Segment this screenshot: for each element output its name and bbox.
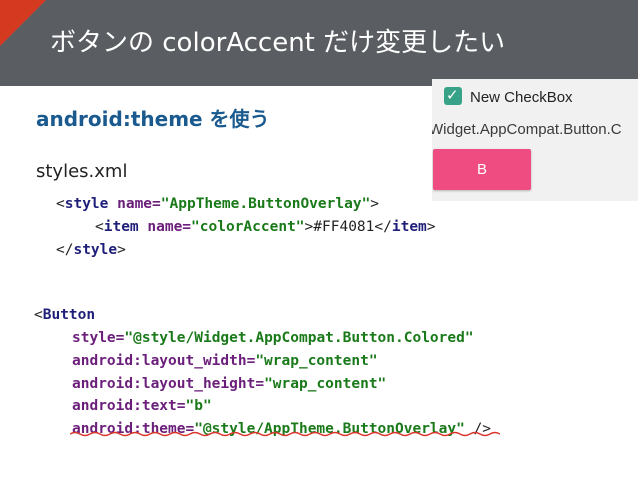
code-attr: name= (108, 196, 161, 212)
slide-header: ボタンの colorAccent だけ変更したい (0, 0, 638, 86)
code-tag: item (391, 219, 427, 235)
b-button[interactable]: B (433, 149, 531, 190)
code-tag: Button (42, 307, 96, 323)
code-value: "wrap_content" (264, 376, 387, 392)
red-squiggle-underline (70, 431, 500, 437)
code-attr: android:text= (72, 398, 186, 414)
code-token: >#FF4081</ (304, 219, 392, 235)
code-tag: item (103, 219, 139, 235)
code-token: < (34, 307, 43, 323)
code-attr: style= (72, 330, 125, 346)
code-token: </ (56, 242, 74, 258)
code-attr: android:layout_width= (72, 353, 256, 369)
button-code-line: android:layout_height="wrap_content" (72, 373, 386, 396)
code-token: > (370, 196, 380, 212)
corner-accent (0, 0, 46, 46)
styles-code-line: </style> (56, 239, 126, 262)
file-label: styles.xml (36, 161, 128, 182)
styles-code-line: <item name="colorAccent">#FF4081</item> (95, 216, 436, 239)
checkbox-label: New CheckBox (470, 89, 573, 106)
code-value: "@style/Widget.AppCompat.Button.Colored" (124, 330, 474, 346)
app-preview: ✓ New CheckBox Widget.AppCompat.Button.C… (432, 79, 638, 201)
code-token: > (117, 242, 126, 258)
code-token: < (95, 219, 104, 235)
slide-title: ボタンの colorAccent だけ変更したい (50, 28, 506, 58)
code-value: "b" (185, 398, 212, 414)
code-attr: android:layout_height= (72, 376, 265, 392)
code-tag: style (73, 242, 118, 258)
code-token: > (426, 219, 436, 235)
code-value: "wrap_content" (255, 353, 378, 369)
button-code-line: <Button (34, 304, 95, 327)
button-code-line: style="@style/Widget.AppCompat.Button.Co… (72, 327, 474, 350)
code-value: "colorAccent" (191, 219, 305, 235)
styles-code-block: <style name="AppTheme.ButtonOverlay"> (56, 193, 379, 216)
code-token: < (56, 196, 65, 212)
code-tag: style (64, 196, 109, 212)
slide-subtitle: android:theme を使う (36, 107, 270, 131)
code-value: "AppTheme.ButtonOverlay" (160, 196, 371, 212)
checkbox[interactable]: ✓ (444, 86, 462, 105)
check-icon: ✓ (446, 86, 459, 104)
style-name-text: Widget.AppCompat.Button.C (432, 121, 622, 138)
button-code-line: android:layout_width="wrap_content" (72, 350, 378, 373)
code-attr: name= (138, 219, 192, 235)
button-code-line: android:text="b" (72, 395, 212, 418)
